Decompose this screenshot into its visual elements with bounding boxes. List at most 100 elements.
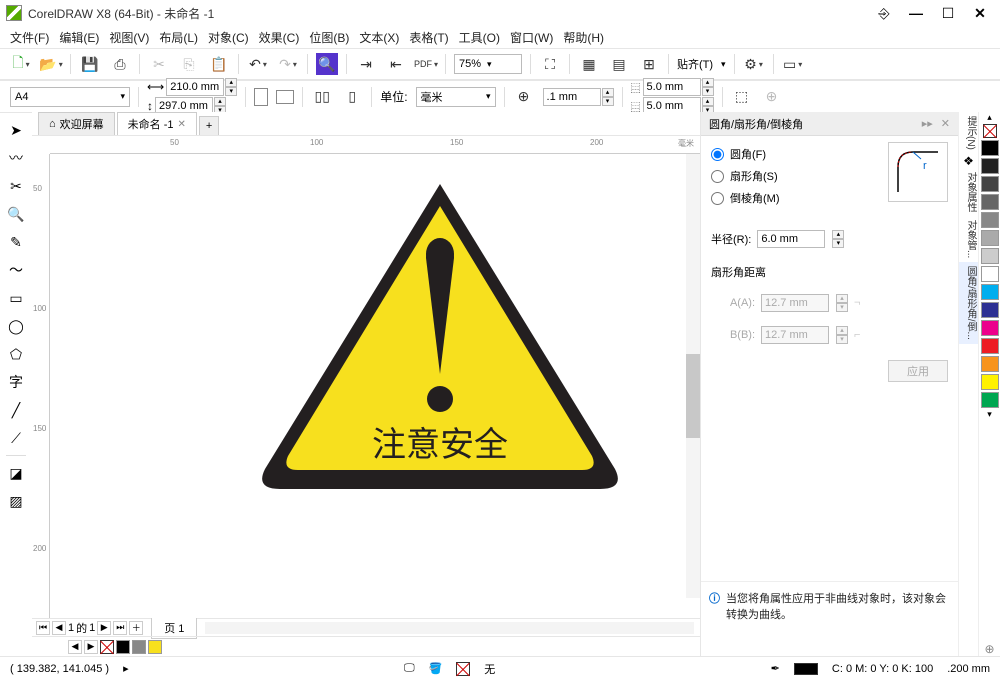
tab-welcome[interactable]: ⌂欢迎屏幕 (38, 112, 115, 135)
open-button[interactable]: 📂 (40, 53, 62, 75)
menu-help[interactable]: 帮助(H) (563, 29, 604, 46)
swatch[interactable] (981, 338, 999, 354)
swatch[interactable] (116, 640, 130, 654)
menu-layout[interactable]: 布局(L) (159, 29, 198, 46)
artistic-tool[interactable]: 〜 (5, 259, 27, 281)
next-page-button[interactable]: ▶ (97, 621, 111, 635)
swatch[interactable] (981, 230, 999, 246)
all-pages-button[interactable]: ▯▯ (311, 86, 333, 108)
page-width-input[interactable] (166, 78, 224, 96)
fullscreen-button[interactable]: ⛶ (539, 53, 561, 75)
polygon-tool[interactable]: ⬠ (5, 343, 27, 365)
swatch[interactable] (981, 302, 999, 318)
crop-tool[interactable]: ✂ (5, 175, 27, 197)
import-button[interactable]: ⇥ (355, 53, 377, 75)
swatch[interactable] (981, 356, 999, 372)
menu-window[interactable]: 窗口(W) (510, 29, 553, 46)
text-tool[interactable]: 字 (5, 371, 27, 393)
radius-input[interactable] (757, 230, 825, 248)
redo-button[interactable]: ↷ (277, 53, 299, 75)
swatch[interactable] (148, 640, 162, 654)
warning-sign[interactable]: 注意安全 (250, 174, 630, 514)
swatch[interactable] (981, 266, 999, 282)
menu-text[interactable]: 文本(X) (359, 29, 399, 46)
swatch[interactable] (981, 194, 999, 210)
apply-button[interactable]: 应用 (888, 360, 948, 382)
side-tab-hints[interactable]: 提示(N) (959, 112, 978, 154)
swatch[interactable] (981, 212, 999, 228)
freehand-tool[interactable]: ✎ (5, 231, 27, 253)
menu-view[interactable]: 视图(V) (109, 29, 149, 46)
save-button[interactable]: 💾 (79, 53, 101, 75)
add-preset-button[interactable]: ⊕ (761, 86, 783, 108)
first-page-button[interactable]: ⏮ (36, 621, 50, 635)
copy-button[interactable]: ⎘ (178, 53, 200, 75)
last-page-button[interactable]: ⏭ (113, 621, 127, 635)
options-button[interactable]: ⚙ (743, 53, 765, 75)
palette-left-button[interactable]: ◀ (68, 640, 82, 654)
rulers-button[interactable]: ▦ (578, 53, 600, 75)
swatch[interactable] (981, 284, 999, 300)
swatch[interactable] (132, 640, 146, 654)
dupx-input[interactable] (643, 78, 701, 96)
close-button[interactable]: ✕ (966, 4, 994, 22)
tab-add[interactable]: + (199, 116, 219, 135)
close-icon[interactable]: ✕ (178, 119, 186, 130)
account-icon[interactable]: ⎆ (870, 4, 898, 22)
radio-fillet[interactable]: 圆角(F) (711, 146, 780, 162)
swatch[interactable] (981, 374, 999, 390)
scrollbar-horizontal[interactable] (205, 622, 694, 634)
portrait-button[interactable] (254, 88, 268, 106)
current-page-button[interactable]: ▯ (341, 86, 363, 108)
cut-button[interactable]: ✂ (148, 53, 170, 75)
nudge-input[interactable] (543, 88, 601, 106)
swatch[interactable] (981, 248, 999, 264)
no-color-swatch[interactable] (983, 124, 997, 138)
swatch[interactable] (981, 320, 999, 336)
menu-object[interactable]: 对象(C) (208, 29, 249, 46)
bleed-button[interactable]: ⬚ (731, 86, 753, 108)
docker-close-icon[interactable]: ✕ (941, 118, 950, 130)
landscape-button[interactable] (276, 90, 294, 104)
menu-edit[interactable]: 编辑(E) (59, 29, 99, 46)
canvas[interactable]: 50100150200 注意安全 (32, 154, 700, 618)
docker-collapse-icon[interactable]: ▸▸ (922, 118, 933, 130)
launch-button[interactable]: ▭ (782, 53, 804, 75)
new-button[interactable]: 🗋 (10, 53, 32, 75)
dimension-tool[interactable]: ╱ (5, 399, 27, 421)
swatch[interactable] (981, 140, 999, 156)
menu-file[interactable]: 文件(F) (10, 29, 49, 46)
maximize-button[interactable]: ☐ (934, 4, 962, 22)
transparency-tool[interactable]: ▨ (5, 490, 27, 512)
undo-button[interactable]: ↶ (247, 53, 269, 75)
export-button[interactable]: ⇤ (385, 53, 407, 75)
swatch[interactable] (981, 158, 999, 174)
outline-pen-icon[interactable]: ✒ (771, 662, 780, 675)
rectangle-tool[interactable]: ▭ (5, 287, 27, 309)
menu-effect[interactable]: 效果(C) (259, 29, 300, 46)
prev-page-button[interactable]: ◀ (52, 621, 66, 635)
zoom-combo[interactable]: 75%▾ (454, 54, 522, 74)
search-button[interactable]: 🔍 (316, 53, 338, 75)
menu-tools[interactable]: 工具(O) (459, 29, 500, 46)
menu-table[interactable]: 表格(T) (409, 29, 448, 46)
radio-scallop[interactable]: 扇形角(S) (711, 168, 780, 184)
radio-chamfer[interactable]: 倒棱角(M) (711, 190, 780, 206)
palette-right-button[interactable]: ▶ (84, 640, 98, 654)
side-tab-objprop[interactable]: ❖ (959, 154, 978, 168)
pick-tool[interactable]: ➤ (5, 119, 27, 141)
connector-tool[interactable]: ⟋ (5, 427, 27, 449)
print-button[interactable]: ⎙ (109, 53, 131, 75)
palette-add-button[interactable]: ⊕ (979, 642, 1000, 656)
minimize-button[interactable]: — (902, 4, 930, 22)
shape-tool[interactable]: 〰 (5, 147, 27, 169)
fill-indicator[interactable]: 🪣 (429, 662, 443, 675)
pdf-button[interactable]: PDF (415, 53, 437, 75)
unit-combo[interactable]: 毫米▾ (416, 87, 496, 107)
outline-color-swatch[interactable] (794, 663, 818, 675)
palette-up-button[interactable]: ▴ (979, 112, 1000, 123)
swatch[interactable] (981, 176, 999, 192)
coords-menu-icon[interactable]: ▸ (123, 662, 129, 675)
guidelines-button[interactable]: ⊞ (638, 53, 660, 75)
color-proof-icon[interactable]: 🖵 (404, 662, 415, 675)
